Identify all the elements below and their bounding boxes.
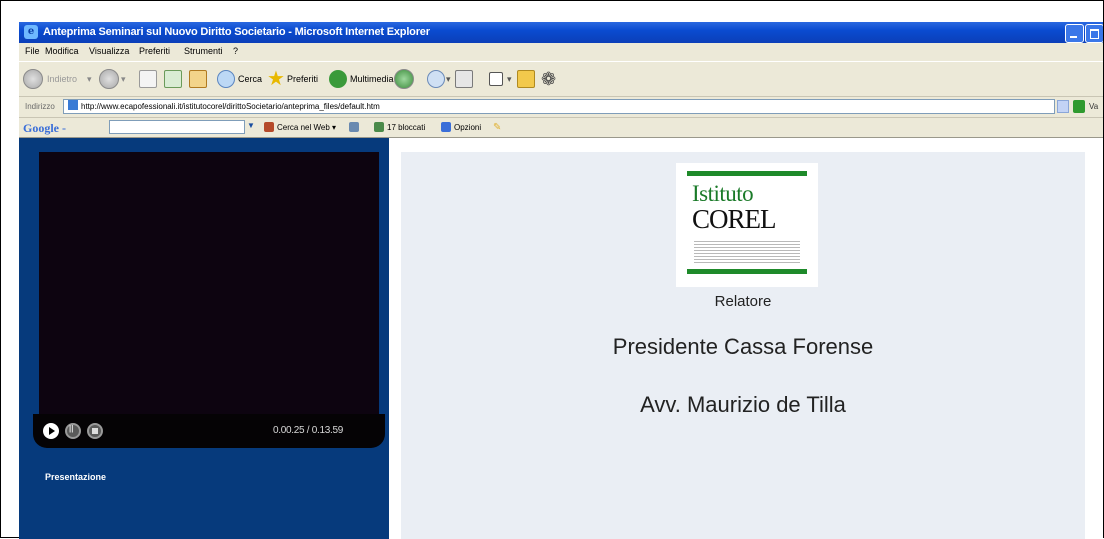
chevron-down-icon: ▾ [446, 73, 451, 84]
search-web-label: Cerca nel Web [277, 123, 330, 132]
search-button[interactable]: Cerca [217, 68, 262, 90]
ie-icon: e [24, 25, 38, 39]
play-button[interactable] [43, 423, 59, 439]
menu-bar: File Modifica Visualizza Preferiti Strum… [19, 43, 1103, 61]
video-area[interactable] [39, 152, 379, 414]
popup-blocker-button[interactable]: 17 bloccati [374, 122, 425, 132]
menu-preferiti[interactable]: Preferiti [139, 46, 170, 56]
edit-button[interactable]: ▾ [489, 68, 512, 90]
address-url: http://www.ecapofessionali.it/istitutoco… [81, 102, 380, 111]
maximize-button[interactable] [1085, 24, 1103, 43]
window-title: Anteprima Seminari sul Nuovo Diritto Soc… [43, 26, 430, 38]
address-label: Indirizzo [25, 102, 55, 111]
back-label: Indietro [47, 74, 78, 84]
istituto-corel-logo: Istituto COREL [676, 163, 818, 287]
google-logo[interactable]: Google - [23, 121, 66, 136]
menu-help[interactable]: ? [233, 46, 238, 56]
browser-window: e Anteprima Seminari sul Nuovo Diritto S… [19, 22, 1103, 539]
speaker-role: Presidente Cassa Forense [612, 334, 874, 359]
options-button[interactable]: Opzioni [441, 122, 481, 132]
folder-icon [517, 70, 535, 88]
page-icon [68, 100, 78, 110]
print-icon [455, 70, 473, 88]
print-button[interactable] [455, 68, 473, 90]
relatore-label: Relatore [714, 293, 772, 310]
pause-button[interactable] [65, 423, 81, 439]
home-icon [189, 70, 207, 88]
history-button[interactable] [394, 68, 414, 90]
address-bar: Indirizzo http://www.ecapofessionali.it/… [19, 97, 1103, 118]
messenger-button[interactable]: ❁ [541, 68, 556, 90]
logo-corel-text: COREL [692, 204, 777, 234]
logo-bottom-bar [687, 269, 807, 274]
back-button[interactable]: Indietro ▾ [23, 68, 92, 90]
time-display: 0.00.25 / 0.13.59 [273, 425, 343, 436]
go-label[interactable]: Va [1089, 102, 1098, 111]
stop-button[interactable] [87, 423, 103, 439]
gear-icon: ❁ [541, 69, 557, 89]
stop-icon [139, 70, 157, 88]
player-panel: 0.00.25 / 0.13.59 Presentazione [19, 138, 389, 539]
multimedia-icon [329, 70, 347, 88]
page-content: 0.00.25 / 0.13.59 Presentazione Istituto… [19, 138, 1103, 539]
forward-button[interactable]: ▾ [99, 68, 126, 90]
player-controls: 0.00.25 / 0.13.59 [33, 414, 385, 448]
options-label: Opzioni [454, 123, 482, 132]
minimize-button[interactable] [1065, 24, 1084, 43]
standard-toolbar: Indietro ▾ ▾ Cerca ★ Preferiti Multimedi… [19, 61, 1103, 97]
menu-visualizza[interactable]: Visualizza [89, 46, 129, 56]
logo-top-bar [687, 171, 807, 176]
multimedia-label: Multimedia [350, 74, 394, 84]
search-web-button[interactable]: Cerca nel Web ▾ [264, 122, 336, 132]
speaker-name: Avv. Maurizio de Tilla [640, 392, 846, 417]
favorites-button[interactable]: ★ Preferiti [267, 68, 318, 90]
home-button[interactable] [189, 68, 207, 90]
mail-button[interactable]: ▾ [427, 68, 451, 90]
menu-file[interactable]: File [25, 46, 40, 56]
screenshot-frame: e Anteprima Seminari sul Nuovo Diritto S… [0, 0, 1104, 539]
menu-modifica[interactable]: Modifica [45, 46, 79, 56]
address-dropdown-button[interactable] [1057, 100, 1069, 113]
address-field[interactable]: http://www.ecapofessionali.it/istitutoco… [63, 99, 1055, 114]
pagerank-icon [349, 122, 359, 132]
highlight-pen-icon[interactable]: ✎ [493, 122, 501, 133]
logo-fine-print [694, 239, 800, 265]
title-bar: e Anteprima Seminari sul Nuovo Diritto S… [19, 22, 1103, 43]
google-toolbar: Google - ▼ Cerca nel Web ▾ 17 bloccati O… [19, 118, 1103, 138]
google-search-input[interactable] [109, 120, 245, 134]
refresh-button[interactable] [164, 68, 182, 90]
search-icon [217, 70, 235, 88]
forward-arrow-icon [99, 69, 119, 89]
slide-panel: Istituto COREL Relatore Presidente Cassa… [401, 152, 1085, 539]
chevron-down-icon: ▾ [121, 73, 126, 84]
options-icon [441, 122, 451, 132]
presentation-link[interactable]: Presentazione [45, 472, 106, 482]
chevron-down-icon[interactable]: ▼ [247, 122, 255, 130]
pagerank-button[interactable] [349, 122, 362, 132]
menu-strumenti[interactable]: Strumenti [184, 46, 223, 56]
search-label: Cerca [238, 74, 263, 84]
mail-icon [427, 70, 445, 88]
binoculars-icon [264, 122, 274, 132]
edit-icon [489, 72, 503, 86]
star-icon: ★ [267, 68, 285, 90]
blocked-label: 17 bloccati [387, 123, 426, 132]
back-arrow-icon [23, 69, 43, 89]
chevron-down-icon: ▾ [507, 73, 512, 84]
multimedia-button[interactable]: Multimedia [329, 68, 394, 90]
chevron-down-icon: ▾ [87, 73, 92, 84]
refresh-icon [164, 70, 182, 88]
history-icon [394, 69, 414, 89]
folder-button[interactable] [517, 68, 535, 90]
go-arrow-icon[interactable] [1073, 100, 1085, 113]
favorites-label: Preferiti [286, 74, 318, 84]
popup-blocker-icon [374, 122, 384, 132]
stop-button[interactable] [139, 68, 157, 90]
